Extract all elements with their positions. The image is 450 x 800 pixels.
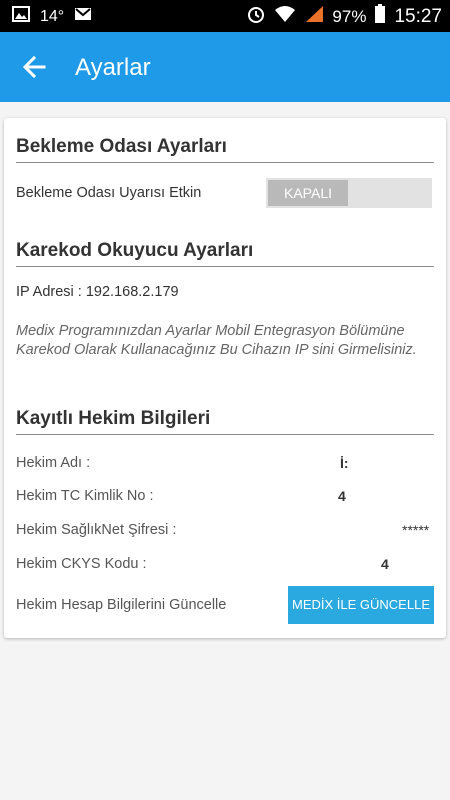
ip-address-text: IP Adresi : 192.168.2.179: [16, 284, 179, 300]
battery-icon: [374, 4, 386, 29]
doctor-update-label: Hekim Hesap Bilgilerini Güncelle: [16, 597, 227, 613]
image-icon: [12, 6, 30, 27]
section-divider: [16, 162, 434, 163]
section-divider: [16, 266, 434, 267]
temperature-text: 14°: [40, 7, 65, 25]
back-arrow-icon[interactable]: [18, 50, 52, 84]
waiting-room-section-title: Bekleme Odası Ayarları: [16, 136, 227, 157]
doctor-password-value: *****: [402, 522, 430, 538]
gmail-icon: [74, 7, 92, 26]
status-bar: 14° 97% 15:27: [0, 0, 450, 32]
status-left: 14°: [12, 6, 92, 27]
section-divider: [16, 434, 434, 435]
settings-card: Bekleme Odası Ayarları Bekleme Odası Uya…: [4, 118, 446, 638]
clock-text: 15:27: [394, 5, 442, 27]
signal-icon: [304, 5, 324, 28]
doctor-tc-label: Hekim TC Kimlik No :: [16, 488, 154, 504]
doctor-section-title: Kayıtlı Hekim Bilgileri: [16, 408, 211, 429]
doctor-name-value: İ:: [340, 455, 349, 471]
waiting-room-alert-label: Bekleme Odası Uyarısı Etkin: [16, 185, 202, 201]
battery-percent-text: 97%: [332, 6, 367, 26]
doctor-ckys-label: Hekim CKYS Kodu :: [16, 556, 147, 572]
alarm-icon: [246, 4, 266, 29]
page-title: Ayarlar: [75, 54, 151, 81]
qr-reader-section-title: Karekod Okuyucu Ayarları: [16, 240, 254, 261]
doctor-name-label: Hekim Adı :: [16, 455, 91, 471]
doctor-password-label: Hekim SağlıkNet Şifresi :: [16, 522, 177, 538]
medix-update-button[interactable]: MEDİX İLE GÜNCELLE: [288, 586, 434, 624]
toggle-state-label: KAPALI: [268, 180, 348, 206]
qr-reader-info-text: Medix Programınızdan Ayarlar Mobil Enteg…: [16, 323, 417, 358]
doctor-ckys-value: 4: [381, 556, 389, 572]
doctor-tc-value: 4: [338, 488, 346, 504]
app-bar: Ayarlar: [0, 32, 450, 102]
status-right: 97% 15:27: [246, 4, 442, 29]
waiting-room-alert-toggle[interactable]: KAPALI: [266, 178, 432, 208]
wifi-icon: [274, 5, 296, 28]
